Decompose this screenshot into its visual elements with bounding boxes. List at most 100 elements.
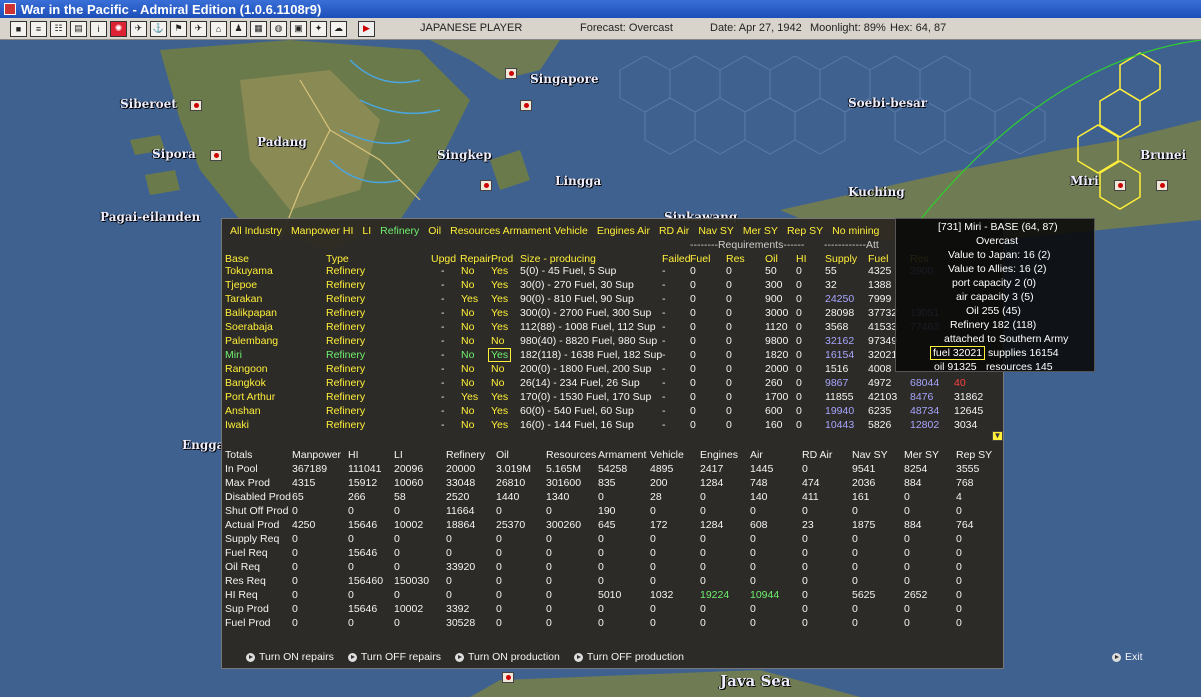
- column-header[interactable]: Oil: [765, 253, 778, 265]
- prod-toggle[interactable]: No: [491, 363, 504, 375]
- base-icon[interactable]: [502, 672, 514, 683]
- refinery-row[interactable]: Tarakan Refinery - Yes Yes 90(0) - 810 Fuel, …: [222, 293, 992, 307]
- base-name[interactable]: Balikpapan: [225, 307, 277, 319]
- repair-toggle[interactable]: No: [461, 349, 474, 361]
- factory-icon[interactable]: ⌂: [210, 20, 227, 37]
- repair-toggle[interactable]: Yes: [461, 293, 478, 305]
- base-list-icon[interactable]: ▤: [70, 20, 87, 37]
- column-header[interactable]: Failed: [662, 253, 691, 265]
- column-header[interactable]: Fuel: [868, 253, 888, 265]
- refinery-row[interactable]: Palembang Refinery - No No 980(40) - 8820 Fue…: [222, 335, 992, 349]
- repair-toggle[interactable]: No: [461, 405, 474, 417]
- prod-toggle[interactable]: No: [491, 335, 504, 347]
- column-header[interactable]: Size - producing: [520, 253, 596, 265]
- refinery-row[interactable]: Bangkok Refinery - No No 26(14) - 234 Fuel, 2…: [222, 377, 992, 391]
- prod-toggle[interactable]: Yes: [488, 348, 512, 362]
- map-icon[interactable]: ◍: [270, 20, 287, 37]
- column-header[interactable]: Fuel: [690, 253, 710, 265]
- tab-oil[interactable]: Oil: [428, 225, 441, 237]
- prod-toggle[interactable]: Yes: [491, 279, 508, 291]
- prod-toggle[interactable]: Yes: [491, 293, 508, 305]
- list-icon[interactable]: ≡: [30, 20, 47, 37]
- base-name[interactable]: Miri: [225, 349, 242, 361]
- repair-toggle[interactable]: No: [461, 265, 474, 277]
- repair-toggle[interactable]: No: [461, 279, 474, 291]
- unit-icon[interactable]: ♟: [230, 20, 247, 37]
- base-name[interactable]: Tokuyama: [225, 265, 273, 277]
- japan-flag-icon[interactable]: ✺: [110, 20, 127, 37]
- tab-rd-air[interactable]: RD Air: [659, 225, 689, 237]
- tab-rep-sy[interactable]: Rep SY: [787, 225, 823, 237]
- base-name[interactable]: Anshan: [225, 405, 261, 417]
- tab-resources-armament-vehicle[interactable]: Resources Armament Vehicle: [450, 225, 588, 237]
- prod-toggle[interactable]: Yes: [491, 265, 508, 277]
- save-icon[interactable]: ■: [10, 20, 27, 37]
- column-header[interactable]: HI: [796, 253, 807, 265]
- scroll-down-icon[interactable]: ▼: [992, 431, 1003, 441]
- tab-nav-sy[interactable]: Nav SY: [698, 225, 734, 237]
- column-header[interactable]: Type: [326, 253, 349, 265]
- column-header[interactable]: Base: [225, 253, 249, 265]
- base-name[interactable]: Tjepoe: [225, 279, 257, 291]
- turn-off-production-button[interactable]: Turn OFF production: [573, 651, 684, 663]
- base-name[interactable]: Iwaki: [225, 419, 249, 431]
- info-icon[interactable]: i: [90, 20, 107, 37]
- prod-toggle[interactable]: Yes: [491, 405, 508, 417]
- repair-toggle[interactable]: No: [461, 363, 474, 375]
- base-icon[interactable]: [505, 68, 517, 79]
- repair-toggle[interactable]: No: [461, 321, 474, 333]
- turn-on-production-button[interactable]: Turn ON production: [455, 651, 560, 663]
- exit-button[interactable]: Exit: [1112, 651, 1143, 663]
- prod-toggle[interactable]: Yes: [491, 321, 508, 333]
- base-name[interactable]: Port Arthur: [225, 391, 275, 403]
- refinery-row[interactable]: Soerabaja Refinery - No Yes 112(88) - 1008 Fu…: [222, 321, 992, 335]
- prod-toggle[interactable]: Yes: [491, 307, 508, 319]
- plane-icon[interactable]: ✈: [130, 20, 147, 37]
- refinery-row[interactable]: Tokuyama Refinery - No Yes 5(0) - 45 Fuel, 5 …: [222, 265, 992, 279]
- end-turn-play-icon[interactable]: ▶: [358, 20, 375, 37]
- tab-mer-sy[interactable]: Mer SY: [743, 225, 778, 237]
- weather-icon[interactable]: ☁: [330, 20, 347, 37]
- column-header[interactable]: Prod: [491, 253, 513, 265]
- base-icon[interactable]: [210, 150, 222, 161]
- refinery-row[interactable]: Port Arthur Refinery - Yes Yes 170(0) - 1530 …: [222, 391, 992, 405]
- refinery-row[interactable]: Tjepoe Refinery - No Yes 30(0) - 270 Fuel, 30…: [222, 279, 992, 293]
- refinery-row[interactable]: Balikpapan Refinery - No Yes 300(0) - 2700 Fu…: [222, 307, 992, 321]
- column-header[interactable]: Supply: [825, 253, 857, 265]
- report-icon[interactable]: ▦: [250, 20, 267, 37]
- prod-toggle[interactable]: Yes: [491, 419, 508, 431]
- base-name[interactable]: Rangoon: [225, 363, 268, 375]
- tab-engines-air[interactable]: Engines Air: [597, 225, 650, 237]
- base-icon[interactable]: [520, 100, 532, 111]
- group-icon[interactable]: ☷: [50, 20, 67, 37]
- prod-toggle[interactable]: Yes: [491, 391, 508, 403]
- flag-icon[interactable]: ⚑: [170, 20, 187, 37]
- tab-li[interactable]: LI: [362, 225, 371, 237]
- refinery-row[interactable]: Miri Refinery - No Yes 182(118) - 1638 Fuel, …: [222, 348, 992, 363]
- tab-manpower-hi[interactable]: Manpower HI: [291, 225, 353, 237]
- tab-refinery[interactable]: Refinery: [380, 225, 419, 237]
- base-icon[interactable]: [190, 100, 202, 111]
- base-name[interactable]: Bangkok: [225, 377, 266, 389]
- tab-all-industry[interactable]: All Industry: [230, 225, 282, 237]
- repair-toggle[interactable]: No: [461, 377, 474, 389]
- base-name[interactable]: Soerabaja: [225, 321, 273, 333]
- refinery-row[interactable]: Rangoon Refinery - No No 200(0) - 1800 Fuel, …: [222, 363, 992, 377]
- base-name[interactable]: Tarakan: [225, 293, 262, 305]
- base-icon[interactable]: [1114, 180, 1126, 191]
- column-header[interactable]: Res: [726, 253, 745, 265]
- ship-icon[interactable]: ⚓: [150, 20, 167, 37]
- prod-toggle[interactable]: No: [491, 377, 504, 389]
- repair-toggle[interactable]: No: [461, 335, 474, 347]
- column-header[interactable]: Repair: [460, 253, 491, 265]
- base-icon[interactable]: [480, 180, 492, 191]
- turn-off-repairs-button[interactable]: Turn OFF repairs: [347, 651, 441, 663]
- repair-toggle[interactable]: No: [461, 419, 474, 431]
- ob-icon[interactable]: ▣: [290, 20, 307, 37]
- base-icon[interactable]: [1156, 180, 1168, 191]
- refinery-row[interactable]: Anshan Refinery - No Yes 60(0) - 540 Fuel, 60…: [222, 405, 992, 419]
- turn-on-repairs-button[interactable]: Turn ON repairs: [246, 651, 334, 663]
- repair-toggle[interactable]: No: [461, 307, 474, 319]
- victory-icon[interactable]: ✦: [310, 20, 327, 37]
- repair-toggle[interactable]: Yes: [461, 391, 478, 403]
